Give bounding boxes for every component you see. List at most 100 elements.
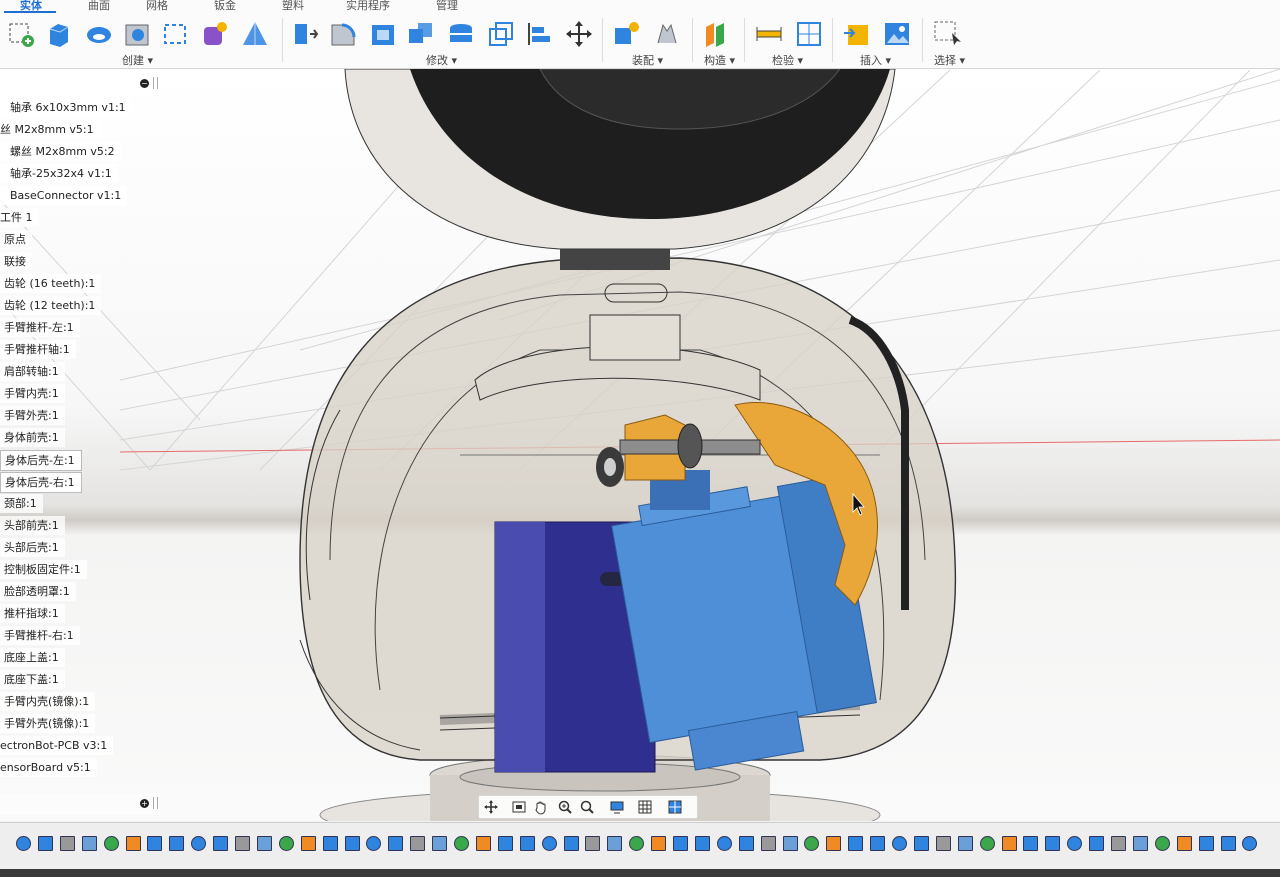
- timeline-feature-icon[interactable]: [782, 836, 798, 851]
- timeline-feature-icon[interactable]: [16, 836, 31, 851]
- timeline-feature-icon[interactable]: [563, 836, 579, 851]
- timeline-feature-icon[interactable]: [629, 836, 645, 851]
- tree-item[interactable]: 头部前壳:1: [0, 516, 65, 535]
- tab-surface[interactable]: 曲面: [88, 0, 110, 13]
- modify-group-label[interactable]: 修改 ▾: [426, 52, 457, 68]
- timeline-feature-icon[interactable]: [1132, 836, 1148, 851]
- press-pull-icon[interactable]: [290, 19, 320, 49]
- timeline-feature-icon[interactable]: [716, 836, 732, 851]
- joint-icon[interactable]: [652, 19, 682, 49]
- tree-item-selected[interactable]: 身体后壳-右:1: [0, 472, 82, 493]
- timeline-feature-icon[interactable]: [892, 836, 907, 851]
- extrude-icon[interactable]: [44, 19, 74, 49]
- timeline-feature-icon[interactable]: [1111, 836, 1126, 851]
- grid-settings-icon[interactable]: [637, 799, 653, 815]
- measure-icon[interactable]: [754, 19, 784, 49]
- tree-item[interactable]: 头部后壳:1: [0, 538, 65, 557]
- panel-grip-icon[interactable]: [153, 797, 158, 809]
- hole-icon[interactable]: [122, 19, 152, 49]
- timeline-feature-icon[interactable]: [1067, 836, 1083, 851]
- timeline-feature-icon[interactable]: [826, 836, 842, 851]
- add-comment-icon[interactable]: +: [140, 799, 149, 808]
- timeline-feature-icon[interactable]: [519, 836, 535, 851]
- tree-item[interactable]: 颈部:1: [0, 494, 43, 513]
- timeline-feature-icon[interactable]: [59, 836, 75, 851]
- timeline-feature-icon[interactable]: [388, 836, 404, 851]
- select-group-label[interactable]: 选择 ▾: [934, 52, 965, 68]
- tree-item[interactable]: BaseConnector v1:1: [0, 186, 128, 205]
- tree-item[interactable]: 齿轮 (12 teeth):1: [0, 296, 102, 315]
- inspect-group-label[interactable]: 检验 ▾: [772, 52, 803, 68]
- tab-manage[interactable]: 管理: [436, 0, 458, 13]
- tree-item[interactable]: ensorBoard v5:1: [0, 758, 97, 777]
- tree-item-selected[interactable]: 身体后壳-左:1: [0, 450, 82, 471]
- fit-icon[interactable]: [579, 799, 595, 815]
- timeline-feature-icon[interactable]: [213, 836, 229, 851]
- timeline-feature-icon[interactable]: [760, 836, 776, 851]
- form-icon[interactable]: [200, 19, 230, 49]
- tab-sheet-metal[interactable]: 钣金: [214, 0, 236, 13]
- section-analysis-icon[interactable]: [794, 19, 824, 49]
- timeline-feature-icon[interactable]: [1023, 836, 1039, 851]
- tree-item[interactable]: ectronBot-PCB v3:1: [0, 736, 114, 755]
- insert-canvas-icon[interactable]: [882, 19, 912, 49]
- tree-item[interactable]: 肩部转轴:1: [0, 362, 65, 381]
- timeline-feature-icon[interactable]: [191, 836, 207, 851]
- tree-item[interactable]: 手臂外壳:1: [0, 406, 65, 425]
- tree-item[interactable]: 丝 M2x8mm v5:1: [0, 120, 100, 139]
- tab-plastic[interactable]: 塑料: [282, 0, 304, 13]
- scale-icon[interactable]: [486, 19, 516, 49]
- tree-item[interactable]: 联接: [0, 252, 32, 271]
- tab-utilities[interactable]: 实用程序: [346, 0, 390, 13]
- zoom-icon[interactable]: [557, 799, 573, 815]
- align-icon[interactable]: [524, 19, 554, 49]
- tree-item[interactable]: 脸部透明罩:1: [0, 582, 76, 601]
- timeline-feature-icon[interactable]: [475, 836, 491, 851]
- move-icon[interactable]: [564, 19, 594, 49]
- tree-item[interactable]: 齿轮 (16 teeth):1: [0, 274, 102, 293]
- timeline-feature-icon[interactable]: [848, 836, 864, 851]
- timeline-feature-icon[interactable]: [913, 836, 929, 851]
- display-settings-icon[interactable]: [609, 799, 625, 815]
- timeline-feature-icon[interactable]: [1176, 836, 1192, 851]
- tree-item[interactable]: 手臂外壳(镜像):1: [0, 714, 96, 733]
- tree-item[interactable]: 原点: [0, 230, 32, 249]
- tree-item[interactable]: 手臂内壳(镜像):1: [0, 692, 96, 711]
- new-component-icon[interactable]: [612, 19, 642, 49]
- revolve-icon[interactable]: [84, 19, 114, 49]
- look-at-icon[interactable]: [511, 799, 527, 815]
- tree-item[interactable]: 手臂内壳:1: [0, 384, 65, 403]
- tree-item[interactable]: 手臂推杆轴:1: [0, 340, 76, 359]
- tree-item[interactable]: 螺丝 M2x8mm v5:2: [0, 142, 121, 161]
- offset-plane-icon[interactable]: [702, 19, 732, 49]
- timeline-feature-icon[interactable]: [1154, 836, 1170, 851]
- timeline-feature-icon[interactable]: [935, 836, 951, 851]
- tree-item[interactable]: 手臂推杆-右:1: [0, 626, 80, 645]
- timeline-feature-icon[interactable]: [651, 836, 667, 851]
- tree-item[interactable]: 工件 1: [0, 208, 39, 227]
- tree-item[interactable]: 轴承-25x32x4 v1:1: [0, 164, 118, 183]
- robot-model[interactable]: [0, 69, 1280, 821]
- split-body-icon[interactable]: [446, 19, 476, 49]
- timeline-feature-icon[interactable]: [410, 836, 426, 851]
- timeline-feature-icon[interactable]: [979, 836, 995, 851]
- timeline-feature-icon[interactable]: [37, 836, 53, 851]
- tab-mesh[interactable]: 网格: [146, 0, 168, 13]
- insert-group-label[interactable]: 插入 ▾: [860, 52, 891, 68]
- timeline-feature-icon[interactable]: [169, 836, 185, 851]
- select-icon[interactable]: [932, 19, 962, 49]
- tree-item[interactable]: 身体前壳:1: [0, 428, 65, 447]
- timeline-feature-icon[interactable]: [81, 836, 97, 851]
- timeline-feature-icon[interactable]: [870, 836, 886, 851]
- pattern-icon[interactable]: [160, 19, 190, 49]
- timeline-feature-icon[interactable]: [366, 836, 382, 851]
- timeline-feature-icon[interactable]: [957, 836, 973, 851]
- combine-icon[interactable]: [406, 19, 436, 49]
- timeline-feature-icon[interactable]: [694, 836, 710, 851]
- tree-item[interactable]: 推杆指球:1: [0, 604, 65, 623]
- timeline-feature-icon[interactable]: [607, 836, 623, 851]
- timeline-feature-icon[interactable]: [432, 836, 448, 851]
- timeline-feature-icon[interactable]: [125, 836, 141, 851]
- timeline-feature-icon[interactable]: [585, 836, 601, 851]
- loft-icon[interactable]: [240, 19, 270, 49]
